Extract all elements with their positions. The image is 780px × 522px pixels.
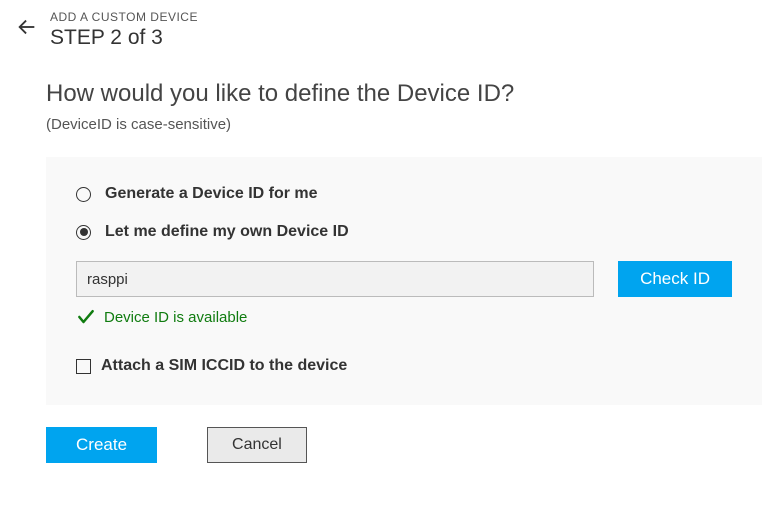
radio-generate-label: Generate a Device ID for me [105,185,318,203]
sim-checkbox-row[interactable]: Attach a SIM ICCID to the device [76,357,732,375]
page-question: How would you like to define the Device … [46,80,780,108]
options-card: Generate a Device ID for me Let me defin… [46,157,762,405]
checkmark-icon [76,307,96,327]
sim-checkbox-label: Attach a SIM ICCID to the device [101,357,347,375]
radio-icon-selected [76,225,91,240]
checkbox-icon [76,359,91,374]
step-title: STEP 2 of 3 [50,26,198,50]
radio-generate[interactable]: Generate a Device ID for me [76,185,732,203]
device-id-input[interactable] [76,261,594,297]
create-button[interactable]: Create [46,427,157,463]
status-row: Device ID is available [76,307,732,327]
radio-define[interactable]: Let me define my own Device ID [76,223,732,241]
radio-icon [76,187,91,202]
cancel-button[interactable]: Cancel [207,427,307,463]
radio-define-label: Let me define my own Device ID [105,223,349,241]
check-id-button[interactable]: Check ID [618,261,732,297]
back-arrow-icon[interactable] [16,16,38,43]
breadcrumb: ADD A CUSTOM DEVICE [50,10,198,24]
case-sensitive-note: (DeviceID is case-sensitive) [46,116,780,133]
status-text: Device ID is available [104,309,247,326]
